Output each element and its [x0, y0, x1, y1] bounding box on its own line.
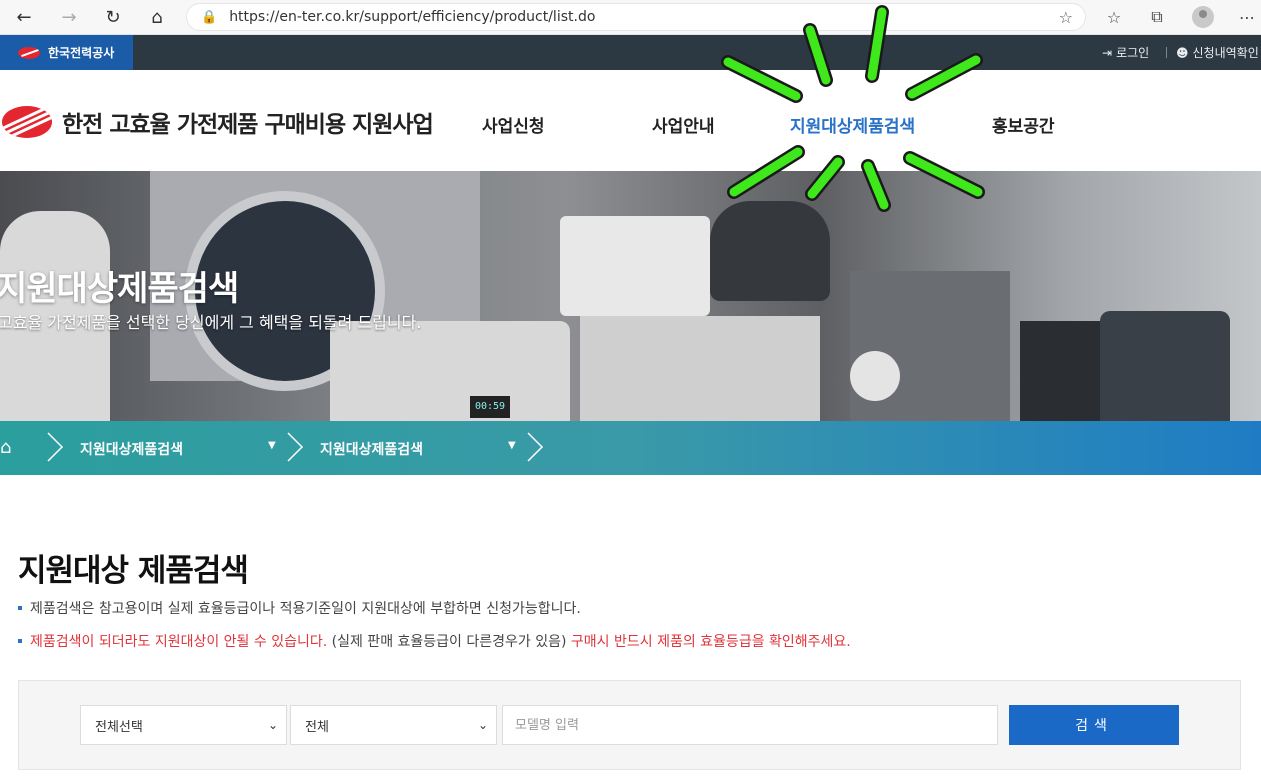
hero-image-shape	[710, 201, 830, 301]
category-select[interactable]: 전체선택 ⌄	[80, 705, 287, 745]
kepco-logo-icon	[2, 106, 52, 138]
subcategory-select[interactable]: 전체 ⌄	[290, 705, 497, 745]
hero-image-shape	[1100, 311, 1230, 421]
collections-icon[interactable]: ⧉	[1143, 4, 1171, 30]
login-link[interactable]: ⇥ 로그인	[1102, 44, 1149, 61]
refresh-icon[interactable]: ↻	[99, 4, 127, 30]
search-panel: 전체선택 ⌄ 전체 ⌄ 검색	[18, 680, 1241, 770]
chevron-down-icon: ⌄	[477, 718, 488, 732]
breadcrumb: ⌂ 지원대상제품검색 ▼ 지원대상제품검색 ▼	[0, 421, 1261, 475]
notice-1: 제품검색은 참고용이며 실제 효율등급이나 적용기준일이 지원대상에 부합하면 …	[18, 598, 581, 618]
timer-display: 00:59	[470, 396, 510, 418]
hero-banner: 00:59 지원대상제품검색 고효율 가전제품을 선택한 당신에게 그 혜택을 …	[0, 171, 1261, 421]
hero-title: 지원대상제품검색	[0, 269, 239, 309]
nav-product-search[interactable]: 지원대상제품검색	[790, 112, 915, 137]
home-icon[interactable]: ⌂	[143, 4, 171, 30]
site-title: 한전 고효율 가전제품 구매비용 지원사업	[62, 112, 434, 138]
dropdown-caret-icon[interactable]: ▼	[268, 440, 276, 451]
url-text: https://en-ter.co.kr/support/efficiency/…	[229, 9, 596, 25]
org-name: 한국전력공사	[48, 46, 115, 60]
category-select-value: 전체선택	[95, 719, 143, 735]
page-title: 지원대상 제품검색	[18, 553, 249, 589]
chevron-right-icon	[47, 432, 64, 462]
user-icon: ☻	[1176, 45, 1189, 60]
bullet-icon	[18, 606, 22, 610]
notice-2-warning-b: 구매시 반드시 제품의 효율등급을 확인해주세요.	[570, 634, 851, 650]
nav-promotion[interactable]: 홍보공간	[992, 112, 1055, 137]
hero-image-shape	[850, 351, 900, 401]
chevron-right-icon	[527, 432, 544, 462]
lock-icon: 🔒	[201, 9, 218, 25]
utility-bar: 한국전력공사 ⇥ 로그인 ☻ 신청내역확인	[0, 35, 1261, 70]
notice-2: 제품검색이 되더라도 지원대상이 안될 수 있습니다. (실제 판매 효율등급이…	[18, 631, 851, 651]
favorites-icon[interactable]: ☆	[1100, 4, 1128, 30]
browser-toolbar: ← → ↻ ⌂ 🔒 https://en-ter.co.kr/support/e…	[0, 0, 1261, 35]
history-link[interactable]: ☻ 신청내역확인	[1176, 44, 1259, 61]
kepco-logo-icon	[18, 46, 40, 59]
nav-apply[interactable]: 사업신청	[482, 112, 545, 137]
notice-1-text: 제품검색은 참고용이며 실제 효율등급이나 적용기준일이 지원대상에 부합하면 …	[30, 601, 581, 617]
notice-2-text: (실제 판매 효율등급이 다른경우가 있음)	[327, 634, 571, 650]
divider	[1166, 47, 1167, 58]
back-arrow-icon[interactable]: ←	[10, 4, 38, 30]
hero-image-shape	[580, 316, 820, 421]
notice-2-warning: 제품검색이 되더라도 지원대상이 안될 수 있습니다.	[30, 634, 328, 650]
dropdown-caret-icon[interactable]: ▼	[508, 440, 516, 451]
hero-image-shape	[330, 321, 570, 421]
favorite-add-icon[interactable]: ☆	[1059, 8, 1073, 27]
chevron-down-icon: ⌄	[267, 718, 278, 732]
history-label: 신청내역확인	[1192, 46, 1259, 60]
kepco-link[interactable]: 한국전력공사	[0, 35, 133, 70]
hero-subtitle: 고효율 가전제품을 선택한 당신에게 그 혜택을 되돌려 드립니다.	[0, 313, 422, 332]
hero-image-shape	[1020, 321, 1100, 421]
site-logo[interactable]: 한전 고효율 가전제품 구매비용 지원사업	[2, 105, 434, 139]
forward-arrow-icon[interactable]: →	[55, 4, 83, 30]
site-header: 한전 고효율 가전제품 구매비용 지원사업 사업신청 사업안내 지원대상제품검색…	[0, 70, 1261, 171]
profile-avatar[interactable]	[1192, 6, 1214, 28]
hero-image-shape	[560, 216, 710, 316]
home-icon[interactable]: ⌂	[0, 437, 11, 458]
search-button[interactable]: 검색	[1009, 705, 1179, 745]
login-icon: ⇥	[1102, 45, 1113, 60]
subcategory-select-value: 전체	[305, 719, 329, 735]
breadcrumb-depth1[interactable]: 지원대상제품검색	[80, 439, 183, 459]
nav-guide[interactable]: 사업안내	[652, 112, 715, 137]
bullet-icon	[18, 639, 22, 643]
breadcrumb-depth2[interactable]: 지원대상제품검색	[320, 439, 423, 459]
more-menu-icon[interactable]: ⋯	[1233, 4, 1261, 30]
address-bar[interactable]: 🔒 https://en-ter.co.kr/support/efficienc…	[186, 3, 1086, 31]
model-name-input[interactable]	[502, 705, 998, 745]
chevron-right-icon	[287, 432, 304, 462]
login-label: 로그인	[1116, 46, 1150, 60]
